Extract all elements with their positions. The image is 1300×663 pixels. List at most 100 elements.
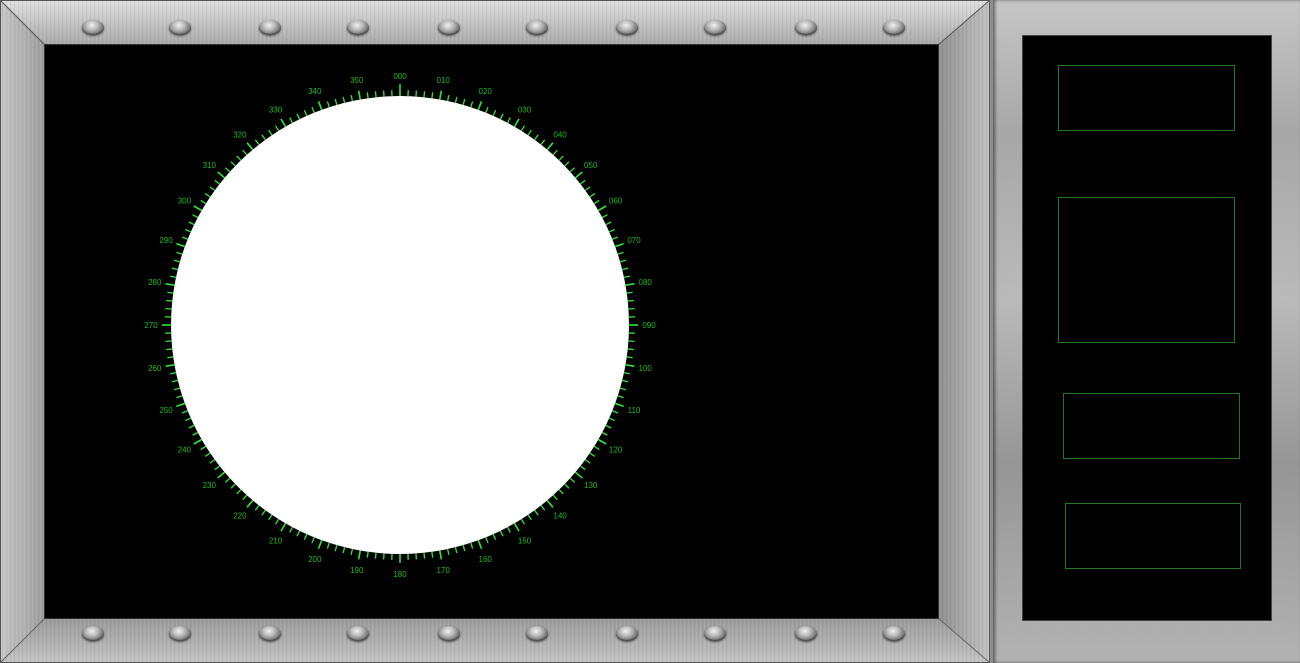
compass-tick [546,142,554,151]
compass-tick [513,522,520,532]
compass-tick [614,242,624,248]
bearing-label-150: 150 [518,537,532,546]
bearing-label-160: 160 [479,555,493,564]
compass-tick [357,90,362,100]
compass-tick [173,387,181,391]
compass-tick [303,110,308,117]
compass-tick [438,550,443,560]
compass-tick [605,221,612,226]
compass-tick [431,92,434,99]
compass-tick [167,356,174,359]
compass-tick [326,101,330,108]
compass-tick [540,505,546,511]
compass-tick [506,526,511,533]
compass-tick [625,282,635,287]
compass-tick [204,452,211,457]
readout-box-3 [1063,393,1240,459]
compass-tick [438,90,443,100]
compass-tick [246,142,254,151]
compass-tick [268,129,273,136]
bearing-label-020: 020 [479,87,493,96]
compass-tick [296,530,301,537]
compass-tick [181,410,188,414]
compass-tick [558,489,564,495]
compass-tick [185,417,192,422]
compass-tick [520,518,526,525]
compass-tick [580,179,586,185]
compass-tick [334,98,338,106]
compass-tick [342,96,346,103]
compass-tick [593,199,600,205]
compass-tick [181,236,188,240]
compass-tick [192,431,199,436]
bearing-label-290: 290 [159,236,173,245]
bearing-label-030: 030 [518,105,532,114]
compass-tick [366,92,369,99]
bearing-label-280: 280 [148,278,162,287]
compass-tick [261,509,266,516]
compass-dial[interactable]: 000 010 020 030 040 050 060 070 080 090 100 110 120 1… [0,0,990,663]
compass-tick [193,438,203,445]
bearing-label-300: 300 [178,197,192,206]
compass-tick [558,155,564,161]
compass-tick [274,518,280,525]
bearing-label-000: 000 [393,72,407,81]
compass-tick [254,505,260,511]
compass-tick [317,539,323,549]
compass-tick [534,134,539,141]
compass-tick [499,530,504,537]
compass-tick [617,251,624,255]
compass-tick [334,544,338,552]
compass-tick [454,547,458,554]
compass-tick [627,348,634,351]
compass-tick [584,459,591,464]
compass-tick [166,299,173,302]
compass-tick [589,452,596,457]
readout-box-4 [1065,503,1241,569]
compass-tick [569,477,576,483]
bearing-label-070: 070 [627,236,641,245]
compass-tick [366,551,369,558]
compass-tick [612,236,619,240]
compass-tick [246,499,254,508]
compass-tick [311,106,315,113]
compass-tick [527,514,532,521]
compass-tick [627,299,634,302]
compass-tick [165,282,175,287]
bearing-label-240: 240 [178,446,192,455]
compass-tick [608,417,615,422]
compass-tick [584,186,591,191]
bearing-label-180: 180 [393,570,407,579]
compass-tick [224,167,231,173]
compass-tick [350,95,354,102]
compass-tick [326,542,330,549]
bearing-label-080: 080 [639,278,653,287]
compass-tick [214,179,220,185]
compass-tick [176,402,186,408]
compass-tick [166,348,173,351]
bearing-label-100: 100 [639,364,653,373]
compass-tick [188,424,195,429]
bearing-label-200: 200 [308,555,322,564]
bearing-label-270: 270 [144,321,158,330]
compass-tick [230,161,236,167]
bearing-label-090: 090 [642,321,656,330]
compass-tick [574,471,583,479]
compass-tick [214,465,220,471]
compass-tick [462,544,466,552]
compass-tick [176,395,183,399]
compass-tick [374,552,377,559]
compass-tick [622,379,629,383]
bearing-label-310: 310 [203,161,217,170]
compass-tick [454,96,458,103]
compass-tick [446,548,450,555]
dial-face [171,96,629,554]
compass-tick [171,379,178,383]
compass-tick [242,494,248,501]
compass-tick [171,267,178,271]
compass-tick [601,214,608,219]
compass-tick [470,101,474,108]
compass-tick [597,438,607,445]
bearing-label-060: 060 [609,197,623,206]
bearing-label-140: 140 [553,512,567,521]
